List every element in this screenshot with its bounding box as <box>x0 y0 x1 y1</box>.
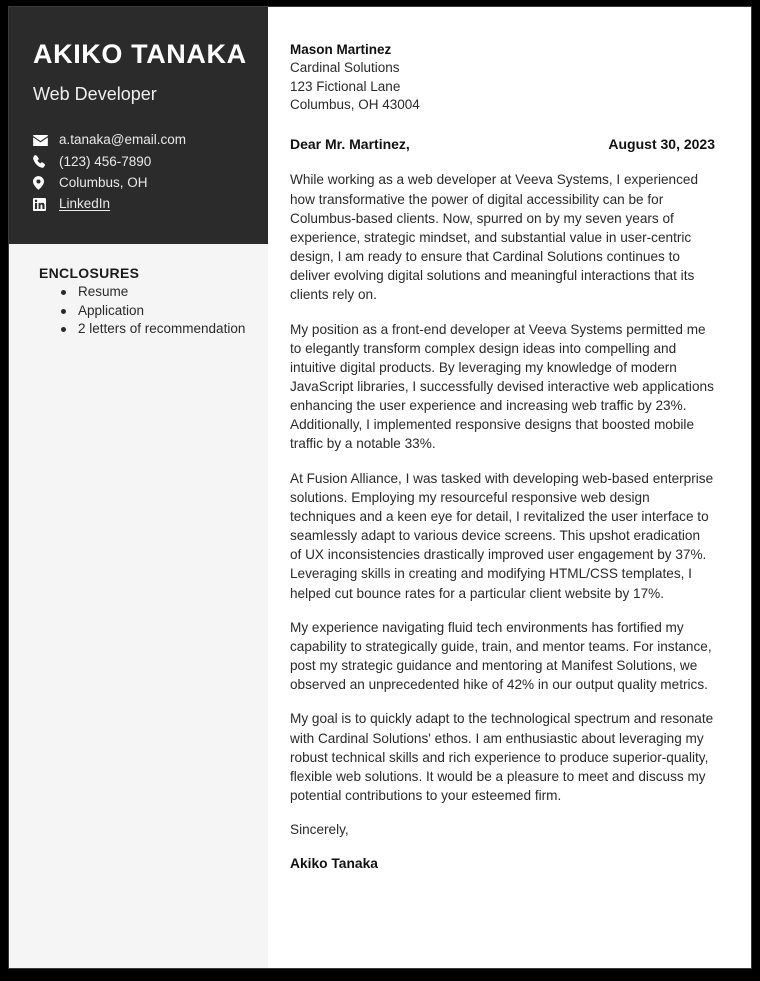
contact-item-location: Columbus, OH <box>33 174 268 192</box>
body-paragraph: At Fusion Alliance, I was tasked with de… <box>290 470 714 601</box>
sidebar-body: ENCLOSURES Resume Application 2 letters … <box>9 244 268 968</box>
contact-value-location: Columbus, OH <box>59 174 148 190</box>
contact-value-phone: (123) 456-7890 <box>59 153 152 169</box>
body-paragraph: My position as a front-end developer at … <box>290 321 714 452</box>
signature-name: Akiko Tanaka <box>290 856 378 872</box>
contact-item-email: a.tanaka@email.com <box>33 131 268 149</box>
sidebar-header: AKIKO TANAKA Web Developer a.tanaka@emai… <box>9 7 268 245</box>
envelope-icon <box>33 134 50 146</box>
letter-body: Mason Martinez Cardinal Solutions 123 Fi… <box>268 7 751 968</box>
body-paragraph: My goal is to quickly adapt to the techn… <box>290 711 714 803</box>
closing-salutation: Sincerely, <box>290 822 349 838</box>
recipient-company: Cardinal Solutions <box>290 60 400 76</box>
list-item: Application <box>61 302 254 320</box>
body-paragraph: While working as a web developer at Veev… <box>290 172 699 303</box>
sidebar: AKIKO TANAKA Web Developer a.tanaka@emai… <box>9 7 268 968</box>
contact-value-email: a.tanaka@email.com <box>59 132 187 148</box>
contact-list: a.tanaka@email.com (123) 456-7890 Columb… <box>33 131 268 213</box>
applicant-name: AKIKO TANAKA <box>33 39 247 69</box>
phone-icon <box>33 155 50 168</box>
recipient-street: 123 Fictional Lane <box>290 78 401 94</box>
recipient-address-block: Mason Martinez Cardinal Solutions 123 Fi… <box>290 41 715 114</box>
location-pin-icon <box>33 175 50 190</box>
list-item: Resume <box>61 283 254 301</box>
contact-item-linkedin[interactable]: LinkedIn <box>33 195 268 213</box>
document-page: AKIKO TANAKA Web Developer a.tanaka@emai… <box>8 6 752 969</box>
applicant-job-title: Web Developer <box>33 83 157 104</box>
letter-date: August 30, 2023 <box>608 136 715 153</box>
contact-value-linkedin[interactable]: LinkedIn <box>59 195 110 213</box>
salutation-row: Dear Mr. Martinez, August 30, 2023 <box>290 136 715 152</box>
body-paragraph: My experience navigating fluid tech envi… <box>290 619 712 693</box>
linkedin-icon <box>33 197 50 211</box>
enclosures-heading: ENCLOSURES <box>39 265 140 282</box>
contact-item-phone: (123) 456-7890 <box>33 153 268 171</box>
enclosures-list: Resume Application 2 letters of recommen… <box>39 283 254 338</box>
salutation: Dear Mr. Martinez, <box>290 136 410 153</box>
recipient-name: Mason Martinez <box>290 42 392 57</box>
list-item: 2 letters of recommendation <box>61 320 254 338</box>
recipient-city-state-zip: Columbus, OH 43004 <box>290 97 420 113</box>
